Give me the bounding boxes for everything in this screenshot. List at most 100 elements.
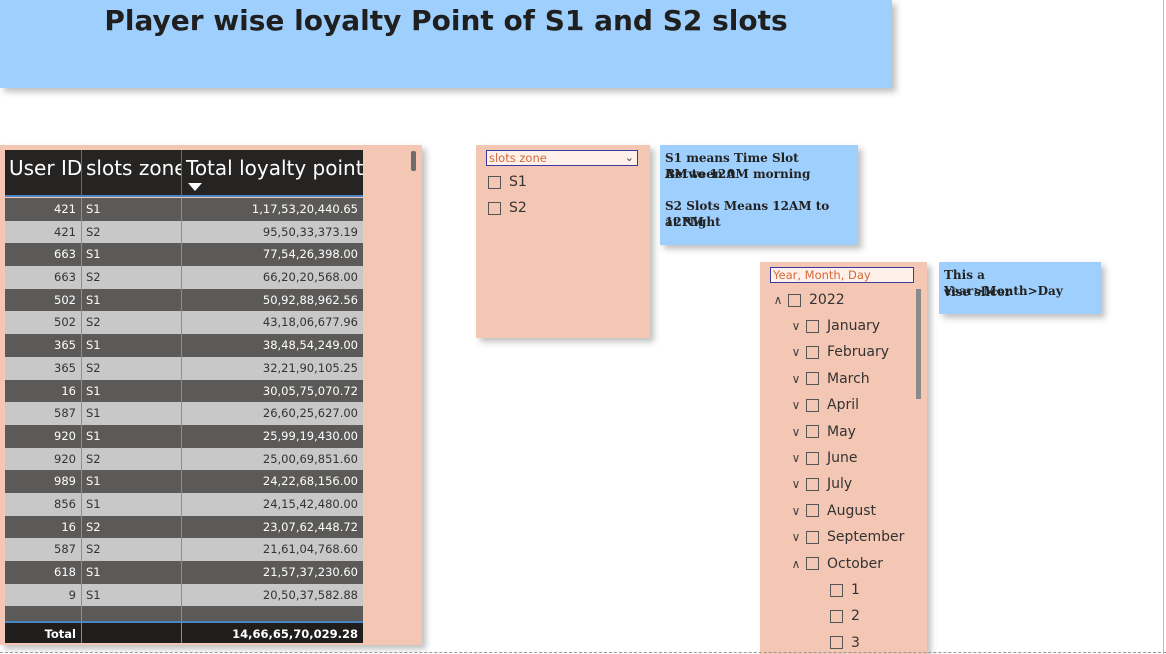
note-line: vise slicer xyxy=(944,285,1012,299)
date-hierarchy-slicer: Year, Month, Day ∧ 2022 ∨ January ∨ February ∨… xyxy=(760,262,927,654)
checkbox[interactable] xyxy=(788,293,801,307)
tree-item-month[interactable]: ∨ August xyxy=(788,500,876,522)
chevron-up-icon[interactable]: ∧ xyxy=(788,557,804,571)
sort-descending-icon[interactable] xyxy=(188,183,202,191)
user-id-cell: 16 xyxy=(5,379,82,403)
column-header-total-loyalty-points[interactable]: Total loyalty points xyxy=(182,150,363,195)
tree-item-day[interactable]: 3 xyxy=(812,632,860,654)
tree-item-label: September xyxy=(827,529,905,546)
chevron-down-icon[interactable]: ∨ xyxy=(788,372,804,386)
slicer-item-s1[interactable]: S1 xyxy=(488,172,527,192)
checkbox[interactable] xyxy=(830,609,843,623)
table-row[interactable]: 421 S2 95,50,33,373.19 xyxy=(5,220,363,244)
note-line: at Night xyxy=(665,215,721,229)
table-row[interactable]: 365 S1 38,48,54,249.00 xyxy=(5,334,363,357)
slots-zone-cell: S2 xyxy=(82,220,182,244)
chevron-up-icon[interactable]: ∧ xyxy=(770,293,786,307)
user-id-cell: 421 xyxy=(5,198,82,221)
slicer-item-s2[interactable]: S2 xyxy=(488,198,527,218)
slots-zone-cell: S1 xyxy=(82,243,182,267)
table-scrollbar[interactable] xyxy=(411,151,416,171)
slots-zone-slicer-header[interactable]: slots zone ⌄ xyxy=(486,150,638,166)
tree-item-month[interactable]: ∨ March xyxy=(788,368,870,390)
checkbox[interactable] xyxy=(806,530,819,544)
table-row[interactable]: 502 S1 50,92,88,962.56 xyxy=(5,288,363,312)
tree-item-month[interactable]: ∨ May xyxy=(788,421,856,443)
checkbox[interactable] xyxy=(806,319,819,333)
table-row[interactable]: 365 S2 32,21,90,105.25 xyxy=(5,356,363,380)
column-header-slots-zone[interactable]: slots zone xyxy=(82,150,182,195)
tree-item-month[interactable]: ∨ July xyxy=(788,473,853,495)
checkbox[interactable] xyxy=(830,636,843,650)
table-row[interactable]: 421 S1 1,17,53,20,440.65 xyxy=(5,198,363,221)
chevron-down-icon[interactable]: ∨ xyxy=(788,477,804,491)
chevron-down-icon[interactable]: ∨ xyxy=(788,345,804,359)
slots-zone-cell: S1 xyxy=(82,470,182,493)
table-row[interactable]: 587 S1 26,60,25,627.00 xyxy=(5,402,363,425)
tree-item-year[interactable]: ∧ 2022 xyxy=(770,289,845,311)
table-row[interactable]: 618 S1 21,57,37,230.60 xyxy=(5,561,363,584)
table-row[interactable]: 920 S1 25,99,19,430.00 xyxy=(5,424,363,448)
checkbox[interactable] xyxy=(806,372,819,386)
table-row[interactable]: 502 S2 43,18,06,677.96 xyxy=(5,311,363,335)
tree-item-month[interactable]: ∨ June xyxy=(788,447,858,469)
checkbox[interactable] xyxy=(488,175,501,189)
table-body: 421 S1 1,17,53,20,440.65 421 S2 95,50,33,373.… xyxy=(5,198,363,630)
loyalty-points-cell: 30,05,75,070.72 xyxy=(262,383,358,398)
table-row[interactable]: 16 S1 30,05,75,070.72 xyxy=(5,379,363,403)
user-id-cell: 856 xyxy=(5,492,82,516)
header-divider xyxy=(5,195,363,197)
user-id-cell: 16 xyxy=(5,515,82,539)
checkbox[interactable] xyxy=(806,477,819,491)
user-id-cell: 920 xyxy=(5,424,82,448)
loyalty-points-cell: 32,21,90,105.25 xyxy=(262,360,358,375)
chevron-down-icon[interactable]: ∨ xyxy=(788,319,804,333)
slots-zone-cell: S1 xyxy=(82,402,182,425)
loyalty-points-cell: 77,54,26,398.00 xyxy=(262,247,358,262)
date-slicer-header[interactable]: Year, Month, Day xyxy=(770,267,914,283)
user-id-cell: 587 xyxy=(5,402,82,425)
table-row[interactable]: 663 S1 77,54,26,398.00 xyxy=(5,243,363,267)
checkbox[interactable] xyxy=(806,451,819,465)
table-row[interactable]: 989 S1 24,22,68,156.00 xyxy=(5,470,363,493)
tree-item-label: March xyxy=(827,370,870,387)
date-slicer-scrollbar[interactable] xyxy=(916,289,921,399)
page-right-border xyxy=(1163,0,1164,654)
loyalty-points-cell: 21,61,04,768.60 xyxy=(262,542,358,557)
chevron-down-icon[interactable]: ∨ xyxy=(788,451,804,465)
tree-item-day[interactable]: 2 xyxy=(812,605,860,627)
chevron-down-icon[interactable]: ∨ xyxy=(788,398,804,412)
chevron-down-icon[interactable]: ∨ xyxy=(788,504,804,518)
user-id-cell: 502 xyxy=(5,311,82,335)
tree-item-month[interactable]: ∨ February xyxy=(788,341,889,363)
tree-item-month[interactable]: ∨ April xyxy=(788,394,859,416)
table-row[interactable]: 9 S1 20,50,37,582.88 xyxy=(5,583,363,607)
chevron-down-icon[interactable]: ∨ xyxy=(788,425,804,439)
table-row[interactable]: 16 S2 23,07,62,448.72 xyxy=(5,515,363,539)
checkbox[interactable] xyxy=(488,201,501,215)
user-id-cell: 663 xyxy=(5,243,82,267)
table-row[interactable]: 920 S2 25,00,69,851.60 xyxy=(5,447,363,471)
slots-zone-cell: S2 xyxy=(82,538,182,561)
checkbox[interactable] xyxy=(830,583,843,597)
table-row[interactable]: 663 S2 66,20,20,568.00 xyxy=(5,266,363,289)
tree-item-month[interactable]: ∨ January xyxy=(788,315,880,337)
checkbox[interactable] xyxy=(806,345,819,359)
table-row[interactable]: 587 S2 21,61,04,768.60 xyxy=(5,538,363,561)
loyalty-points-cell: 24,15,42,480.00 xyxy=(262,496,358,511)
loyalty-points-cell: 1,17,53,20,440.65 xyxy=(251,202,358,216)
checkbox[interactable] xyxy=(806,504,819,518)
tree-item-month[interactable]: ∨ September xyxy=(788,526,905,548)
checkbox[interactable] xyxy=(806,557,819,571)
table-row[interactable]: 856 S1 24,15,42,480.00 xyxy=(5,492,363,516)
date-slicer-note: This a Year>Month>Day vise slicer xyxy=(939,262,1101,314)
chevron-down-icon[interactable]: ⌄ xyxy=(625,152,634,164)
chevron-down-icon[interactable]: ∨ xyxy=(788,530,804,544)
checkbox[interactable] xyxy=(806,398,819,412)
tree-item-month[interactable]: ∧ October xyxy=(788,553,883,575)
checkbox[interactable] xyxy=(806,425,819,439)
tree-item-day[interactable]: 1 xyxy=(812,579,860,601)
user-id-cell: 989 xyxy=(5,470,82,493)
page-bottom-border xyxy=(0,652,1166,653)
column-header-user-id[interactable]: User ID xyxy=(5,150,82,195)
